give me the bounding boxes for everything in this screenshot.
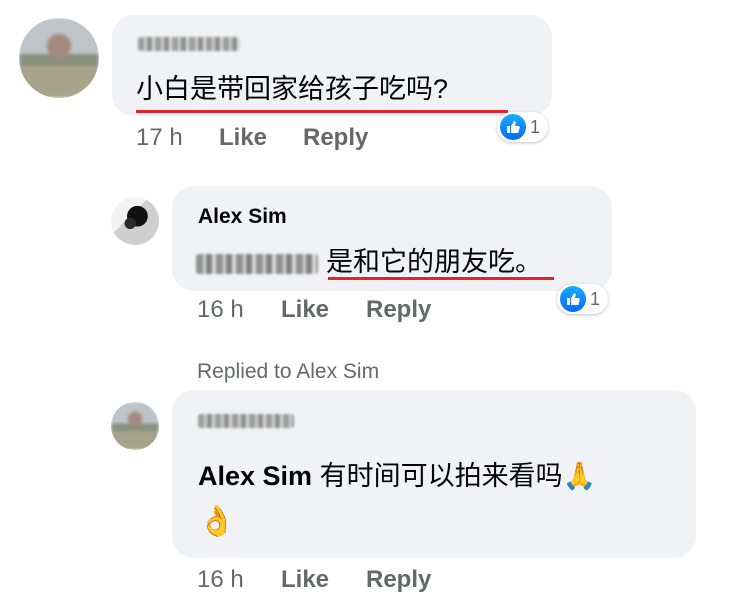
reaction-summary[interactable]: 1 [497, 112, 549, 142]
comment-time[interactable]: 16 h [197, 566, 244, 594]
avatar[interactable] [19, 18, 99, 98]
reaction-count: 1 [530, 116, 541, 137]
like-button[interactable]: Like [281, 566, 329, 594]
author-name-redacted[interactable] [138, 37, 240, 51]
comment-time[interactable]: 17 h [136, 124, 183, 152]
reply-button[interactable]: Reply [366, 566, 431, 594]
mention-redacted[interactable] [196, 253, 318, 274]
avatar-image [19, 18, 99, 98]
reaction-count: 1 [590, 288, 601, 309]
reply-button[interactable]: Reply [303, 124, 368, 152]
like-button[interactable]: Like [281, 296, 329, 324]
comment-text: 小白是带回家给孩子吃吗? [136, 74, 449, 104]
highlight-underline [136, 110, 508, 113]
avatar[interactable] [111, 402, 159, 450]
comment-text: 是和它的朋友吃。 [196, 240, 542, 279]
avatar-image [111, 402, 159, 450]
comment-text: Alex Sim 有时间可以拍来看吗🙏 [198, 454, 596, 493]
comment-body: 有时间可以拍来看吗 [319, 461, 563, 491]
reply-button[interactable]: Reply [366, 296, 431, 324]
comment-time[interactable]: 16 h [197, 296, 244, 324]
author-name-redacted[interactable] [198, 414, 294, 428]
like-button[interactable]: Like [219, 124, 267, 152]
replied-to-label: Replied to Alex Sim [197, 360, 380, 383]
comment-bubble: 小白是带回家给孩子吃吗? [112, 15, 552, 116]
avatar[interactable] [111, 197, 159, 245]
comment-bubble: Alex Sim 有时间可以拍来看吗🙏 👌 [172, 390, 696, 558]
comment-bubble: Alex Sim 是和它的朋友吃。 [172, 186, 612, 291]
highlight-underline [328, 277, 554, 280]
author-name[interactable]: Alex Sim [198, 205, 287, 229]
avatar-image [111, 197, 159, 245]
ok-hand-emoji: 👌 [198, 505, 236, 538]
mention-link[interactable]: Alex Sim [198, 461, 312, 491]
reaction-summary[interactable]: 1 [557, 284, 609, 314]
like-reaction-icon [560, 286, 586, 312]
comment-body: 是和它的朋友吃。 [326, 247, 542, 277]
folded-hands-emoji: 🙏 [562, 461, 597, 491]
like-reaction-icon [500, 114, 526, 140]
